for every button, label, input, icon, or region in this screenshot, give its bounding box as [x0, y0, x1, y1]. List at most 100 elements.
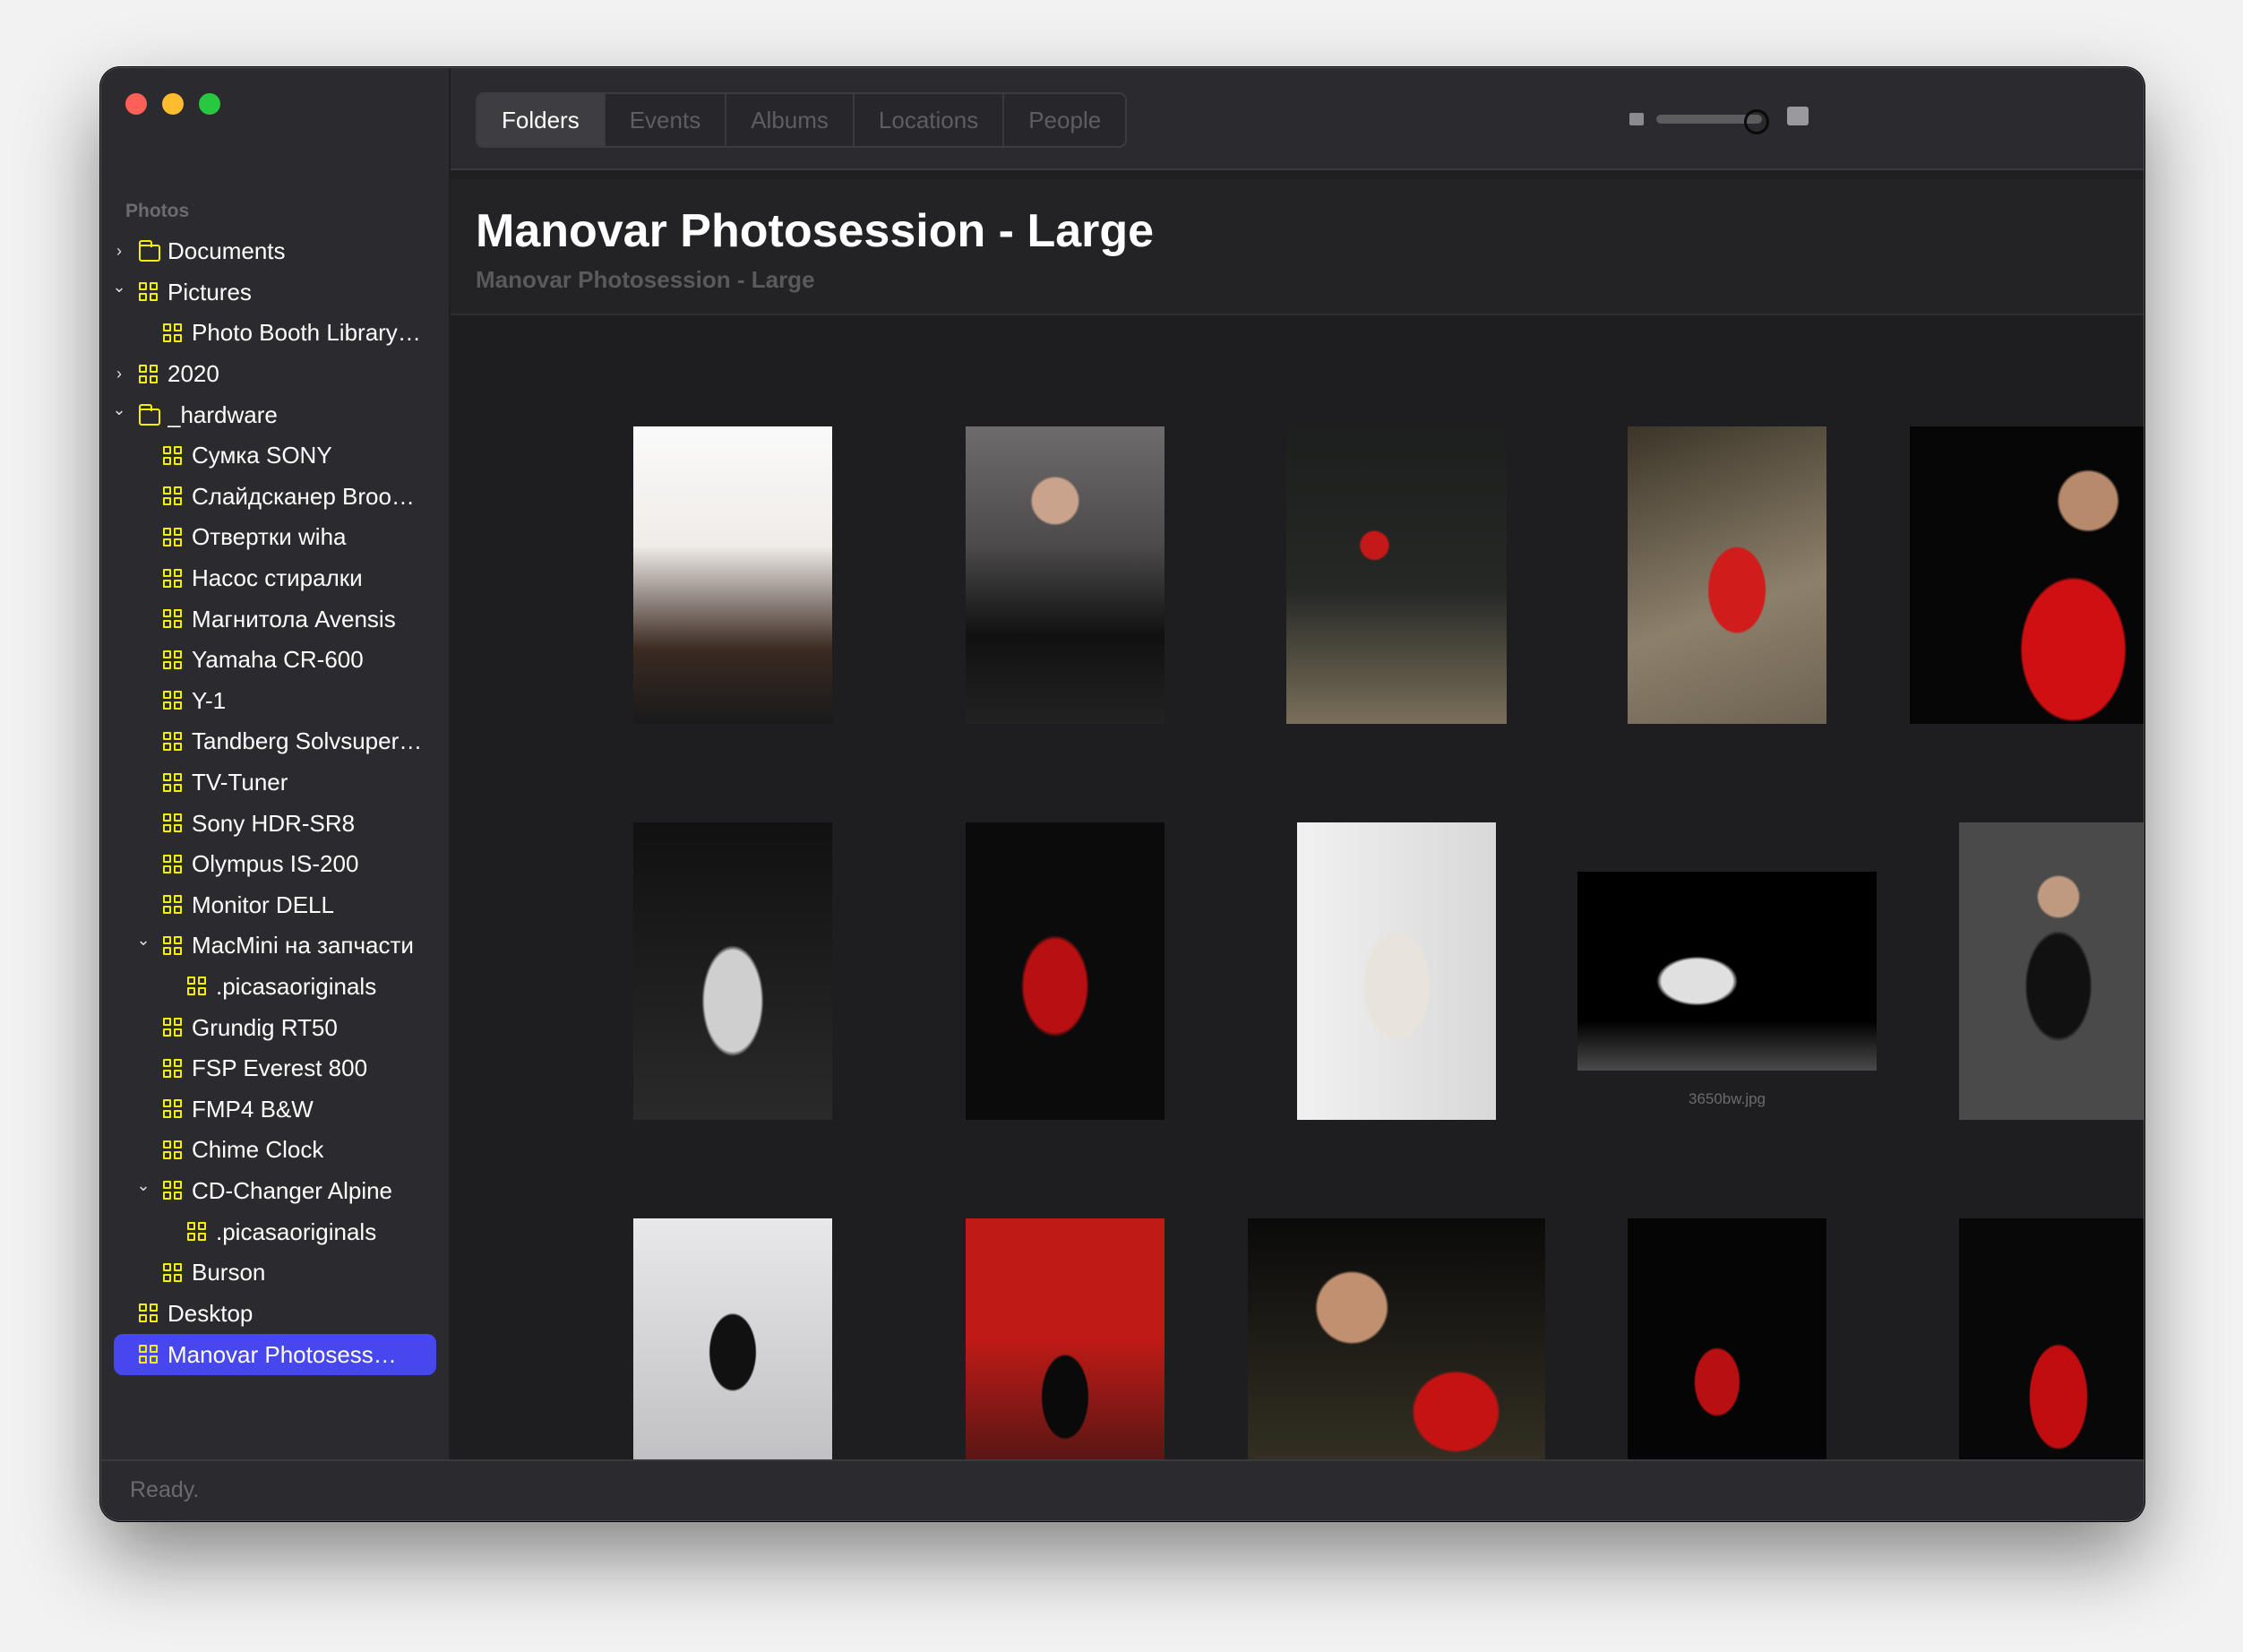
photo-cell[interactable] [1231, 822, 1562, 1218]
grid-icon [163, 609, 183, 629]
grid-icon [139, 1304, 159, 1323]
grid-icon [163, 486, 183, 506]
tab-events[interactable]: Events [603, 94, 726, 146]
grid-icon [163, 527, 183, 547]
photo-thumbnail[interactable] [966, 426, 1164, 724]
chevron-down-icon[interactable]: ⌄ [112, 278, 126, 297]
sidebar-section-label: Photos [125, 201, 190, 221]
tab-people[interactable]: People [1002, 94, 1125, 146]
tab-albums[interactable]: Albums [725, 94, 853, 146]
photo-thumbnail[interactable] [1959, 1218, 2144, 1459]
minimize-button[interactable] [162, 93, 184, 115]
photo-cell[interactable] [1231, 426, 1562, 822]
sidebar-item[interactable]: FSP Everest 800 [101, 1048, 449, 1089]
sidebar-item[interactable]: › 2020 [101, 354, 449, 395]
grid-icon [163, 323, 183, 343]
sidebar-item-label: .picasaoriginals [216, 1217, 377, 1245]
sidebar-item[interactable]: ⌄ MacMini на запчасти [101, 925, 449, 967]
folder-header: Manovar Photosession - Large Manovar Pho… [451, 179, 2144, 315]
sidebar-item[interactable]: Olympus IS-200 [101, 844, 449, 885]
photo-cell[interactable] [899, 1218, 1231, 1459]
sidebar-item[interactable]: Yamaha CR-600 [101, 640, 449, 681]
photo-thumbnail[interactable] [633, 1218, 832, 1459]
sidebar-item-label: Desktop [168, 1299, 254, 1327]
photo-thumbnail[interactable] [1959, 822, 2144, 1120]
sidebar-item[interactable]: Monitor DELL [101, 885, 449, 926]
chevron-right-icon[interactable]: › [112, 242, 126, 261]
photo-cell[interactable] [1893, 822, 2144, 1218]
photo-cell[interactable] [899, 822, 1231, 1218]
sidebar-item[interactable]: ⌄ _hardware [101, 394, 449, 435]
maximize-button[interactable] [199, 93, 220, 115]
grid-icon [163, 813, 183, 833]
photo-cell[interactable] [1893, 426, 2144, 822]
sidebar-item[interactable]: Y-1 [101, 681, 449, 722]
sidebar-item[interactable]: Chime Clock [101, 1130, 449, 1171]
sidebar-item[interactable]: Магнитола Avensis [101, 598, 449, 640]
photo-cell[interactable] [1231, 1218, 1562, 1459]
photo-thumbnail[interactable] [966, 822, 1164, 1120]
grid-icon [187, 1222, 207, 1242]
sidebar-item[interactable]: ⌄ CD-Changer Alpine [101, 1171, 449, 1212]
photo-thumbnail[interactable] [1577, 872, 1877, 1071]
photo-cell[interactable] [567, 822, 898, 1218]
photo-filename: 3650bw.jpg [1688, 1090, 1766, 1107]
photo-thumbnail[interactable] [966, 1218, 1164, 1459]
photo-thumbnail[interactable] [1286, 426, 1507, 724]
sidebar-item[interactable]: .picasaoriginals [101, 1211, 449, 1252]
tab-folders[interactable]: Folders [477, 94, 604, 146]
sidebar-item-label: Monitor DELL [192, 891, 334, 918]
chevron-down-icon[interactable]: ⌄ [136, 1176, 150, 1195]
sidebar-item[interactable]: Grundig RT50 [101, 1007, 449, 1048]
grid-icon [163, 731, 183, 752]
photo-cell[interactable] [1893, 1218, 2144, 1459]
sidebar-item[interactable]: Сумка SONY [101, 435, 449, 477]
folder-tree: › Documents ⌄ Pictures Photo Booth Library …… [101, 231, 449, 1376]
large-image-icon [1787, 107, 1809, 125]
photo-thumbnail[interactable] [1628, 1218, 1826, 1459]
sidebar-item[interactable]: Manovar Photosessio… [114, 1334, 436, 1376]
sidebar-item[interactable]: Слайдсканер Broo… [101, 477, 449, 518]
sidebar-item-label: Насос стиралки [192, 564, 363, 592]
folder-icon [138, 240, 160, 262]
sidebar-item[interactable]: Desktop [101, 1293, 449, 1334]
slider-knob[interactable] [1743, 109, 1769, 134]
sidebar-item-label: Слайдсканер Broo… [192, 482, 415, 510]
photo-thumbnail[interactable] [1910, 426, 2144, 724]
sidebar-item[interactable]: Photo Booth Library … [101, 313, 449, 354]
sidebar-item[interactable]: › Documents [101, 231, 449, 272]
toolbar: Folders Events Albums Locations People [451, 68, 2144, 170]
sidebar-item[interactable]: FMP4 B&W [101, 1088, 449, 1130]
sidebar-item[interactable]: Отвертки wiha [101, 517, 449, 558]
photo-cell[interactable] [567, 426, 898, 822]
photo-thumbnail[interactable] [1297, 822, 1496, 1120]
sidebar-item-label: .picasaoriginals [216, 972, 377, 1000]
sidebar-item[interactable]: Насос стиралки [101, 558, 449, 599]
photo-cell[interactable] [1561, 426, 1893, 822]
photo-thumbnail[interactable] [633, 822, 832, 1120]
chevron-down-icon[interactable]: ⌄ [136, 931, 150, 950]
sidebar-item-label: Pictures [168, 278, 252, 305]
chevron-down-icon[interactable]: ⌄ [112, 400, 126, 419]
sidebar-item-label: FMP4 B&W [192, 1095, 314, 1123]
sidebar-item[interactable]: Tandberg Solvsuper… [101, 721, 449, 762]
photo-cell[interactable] [1561, 1218, 1893, 1459]
photos-window: Photos › Documents ⌄ Pictures Photo Booth Li… [100, 67, 2144, 1521]
photo-cell[interactable] [899, 426, 1231, 822]
sidebar-item-label: Manovar Photosessio… [168, 1340, 400, 1368]
photo-cell[interactable]: 3650bw.jpg [1561, 822, 1893, 1218]
sidebar-item[interactable]: Sony HDR-SR8 [101, 803, 449, 844]
photo-cell[interactable] [567, 1218, 898, 1459]
sidebar-item-label: Documents [168, 237, 286, 265]
photo-thumbnail[interactable] [1248, 1218, 1545, 1459]
tab-locations[interactable]: Locations [852, 94, 1002, 146]
photo-thumbnail[interactable] [1628, 426, 1826, 724]
view-tabs: Folders Events Albums Locations People [476, 92, 1128, 148]
sidebar-item[interactable]: ⌄ Pictures [101, 272, 449, 314]
photo-thumbnail[interactable] [633, 426, 832, 724]
close-button[interactable] [125, 93, 147, 115]
chevron-right-icon[interactable]: › [112, 365, 126, 383]
sidebar-item[interactable]: Burson [101, 1252, 449, 1294]
sidebar-item[interactable]: .picasaoriginals [101, 967, 449, 1008]
sidebar-item[interactable]: TV-Tuner [101, 762, 449, 804]
